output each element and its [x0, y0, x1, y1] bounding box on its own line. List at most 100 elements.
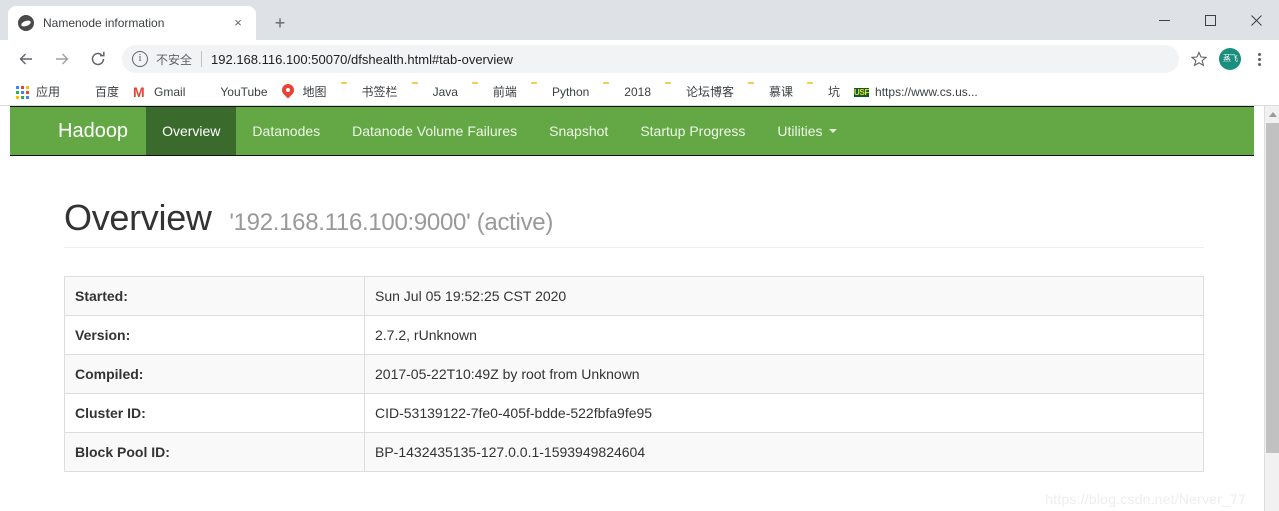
- url-text: 192.168.116.100:50070/dfshealth.html#tab…: [211, 51, 513, 67]
- bookmark-folder-muke[interactable]: 慕课: [741, 81, 800, 103]
- chevron-down-icon: [828, 129, 837, 133]
- folder-icon: [603, 84, 619, 100]
- nav-item-startup-progress[interactable]: Startup Progress: [624, 107, 761, 155]
- close-tab-icon[interactable]: ×: [230, 15, 246, 31]
- folder-icon: [341, 84, 357, 100]
- browser-toolbar: i 不安全 192.168.116.100:50070/dfshealth.ht…: [0, 40, 1279, 78]
- scrollbar-thumb[interactable]: [1266, 123, 1279, 453]
- table-row: Block Pool ID: BP-1432435135-127.0.0.1-1…: [64, 431, 1204, 472]
- window-controls: [1141, 0, 1279, 40]
- hadoop-navbar: Hadoop Overview Datanodes Datanode Volum…: [10, 106, 1254, 156]
- page-title-subtitle: '192.168.116.100:9000' (active): [229, 209, 554, 236]
- bookmarks-bar: 应用 百度 M Gmail YouTube 地图 书签栏 Java 前端 Pyt…: [0, 78, 1279, 106]
- avatar[interactable]: 蒸飞: [1219, 48, 1241, 70]
- folder-icon: [748, 84, 764, 100]
- page-viewport: Hadoop Overview Datanodes Datanode Volum…: [0, 106, 1279, 511]
- watermark: https://blog.csdn.net/Nerver_77: [1045, 491, 1246, 507]
- nav-item-utilities[interactable]: Utilities: [761, 107, 852, 155]
- bookmark-label: 坑: [828, 85, 841, 99]
- bookmark-usf[interactable]: USF https://www.cs.us...: [847, 81, 985, 103]
- bookmark-label: 书签栏: [361, 85, 398, 99]
- table-cell-key: Started:: [64, 276, 365, 316]
- back-button[interactable]: [12, 45, 40, 73]
- scroll-up-arrow-icon[interactable]: [1265, 106, 1279, 123]
- bookmark-label: 慕课: [769, 85, 794, 99]
- nav-item-snapshot[interactable]: Snapshot: [533, 107, 624, 155]
- bookmark-label: 2018: [624, 84, 651, 99]
- folder-icon: [472, 84, 488, 100]
- bookmark-label: YouTube: [220, 84, 268, 99]
- page-header: Overview '192.168.116.100:9000' (active): [64, 198, 1204, 248]
- nav-label: Overview: [162, 123, 221, 139]
- maximize-icon[interactable]: [1187, 4, 1233, 36]
- bookmark-folder-luntanboke[interactable]: 论坛博客: [658, 81, 741, 103]
- close-window-icon[interactable]: [1233, 4, 1279, 36]
- table-row: Cluster ID: CID-53139122-7fe0-405f-bdde-…: [64, 392, 1204, 433]
- bookmark-label: Java: [432, 84, 458, 99]
- address-bar[interactable]: i 不安全 192.168.116.100:50070/dfshealth.ht…: [122, 45, 1179, 73]
- nav-label: Datanode Volume Failures: [352, 123, 518, 139]
- folder-icon: [412, 84, 428, 100]
- usf-icon: USF: [854, 87, 870, 97]
- nav-item-datanode-volume-failures[interactable]: Datanode Volume Failures: [336, 107, 533, 155]
- nav-label: Utilities: [777, 123, 823, 139]
- bookmark-folder-shuqianlan[interactable]: 书签栏: [334, 81, 405, 103]
- hadoop-globe-icon: [18, 15, 34, 31]
- bookmark-label: 地图: [302, 85, 327, 99]
- bookmark-label: https://www.cs.us...: [875, 84, 978, 99]
- page-title-main: Overview: [64, 197, 212, 238]
- table-cell-key: Block Pool ID:: [64, 431, 365, 472]
- nav-label: Snapshot: [549, 123, 609, 139]
- folder-icon: [531, 84, 547, 100]
- table-cell-value: BP-1432435135-127.0.0.1-1593949824604: [364, 431, 1204, 472]
- bookmark-folder-qianduan[interactable]: 前端: [465, 81, 524, 103]
- table-row: Compiled: 2017-05-22T10:49Z by root from…: [64, 353, 1204, 394]
- table-row: Started: Sun Jul 05 19:52:25 CST 2020: [64, 276, 1204, 316]
- bookmark-folder-java[interactable]: Java: [405, 81, 465, 103]
- bookmark-label: 论坛博客: [686, 85, 735, 99]
- table-cell-value: Sun Jul 05 19:52:25 CST 2020: [375, 287, 567, 304]
- hadoop-namenode-page: Hadoop Overview Datanodes Datanode Volum…: [0, 106, 1264, 511]
- info-circle-icon[interactable]: i: [132, 51, 148, 67]
- baidu-icon: [74, 84, 90, 100]
- bookmark-folder-python[interactable]: Python: [524, 81, 596, 103]
- table-cell-key: Compiled:: [64, 353, 365, 394]
- nav-item-overview[interactable]: Overview: [146, 107, 237, 155]
- bookmark-label: Gmail: [154, 84, 186, 99]
- forward-button[interactable]: [48, 45, 76, 73]
- nav-label: Startup Progress: [640, 123, 746, 139]
- bookmark-apps[interactable]: 应用: [8, 81, 67, 103]
- bookmark-maps[interactable]: 地图: [275, 81, 334, 103]
- overview-table: Started: Sun Jul 05 19:52:25 CST 2020 Ve…: [64, 275, 1204, 472]
- omnibox-divider: [201, 51, 203, 67]
- bookmark-folder-2018[interactable]: 2018: [596, 81, 658, 103]
- bookmark-label: 前端: [492, 85, 517, 99]
- bookmark-gmail[interactable]: M Gmail: [126, 81, 192, 103]
- bookmark-baidu[interactable]: 百度: [67, 81, 126, 103]
- bookmark-star-icon[interactable]: [1185, 45, 1213, 73]
- tab-strip: Namenode information × +: [0, 0, 1279, 40]
- browser-tab[interactable]: Namenode information ×: [8, 6, 256, 40]
- bookmark-youtube[interactable]: YouTube: [192, 81, 274, 103]
- bookmark-label: Python: [551, 84, 590, 99]
- tab-title: Namenode information: [43, 16, 165, 30]
- table-cell-key: Cluster ID:: [64, 392, 365, 433]
- table-cell-value: 2017-05-22T10:49Z by root from Unknown: [364, 353, 1204, 394]
- kebab-menu-icon[interactable]: [1247, 45, 1271, 73]
- table-cell-value: 2.7.2, rUnknown: [364, 314, 1204, 355]
- hadoop-brand[interactable]: Hadoop: [10, 107, 146, 155]
- page-title: Overview '192.168.116.100:9000' (active): [64, 198, 1204, 238]
- browser-window: Namenode information × + i 不安全 192.168.1…: [0, 0, 1279, 511]
- reload-button[interactable]: [84, 45, 112, 73]
- apps-grid-icon: [15, 84, 31, 100]
- youtube-icon: [199, 84, 215, 100]
- gmail-icon: M: [133, 83, 145, 100]
- vertical-scrollbar[interactable]: [1264, 106, 1279, 511]
- new-tab-button[interactable]: +: [266, 9, 294, 37]
- bookmark-folder-keng[interactable]: 坑: [800, 81, 847, 103]
- bookmark-label: 百度: [95, 85, 120, 99]
- page-content: Overview '192.168.116.100:9000' (active)…: [0, 198, 1264, 472]
- minimize-icon[interactable]: [1141, 4, 1187, 36]
- nav-item-datanodes[interactable]: Datanodes: [236, 107, 336, 155]
- maps-pin-icon: [282, 84, 298, 100]
